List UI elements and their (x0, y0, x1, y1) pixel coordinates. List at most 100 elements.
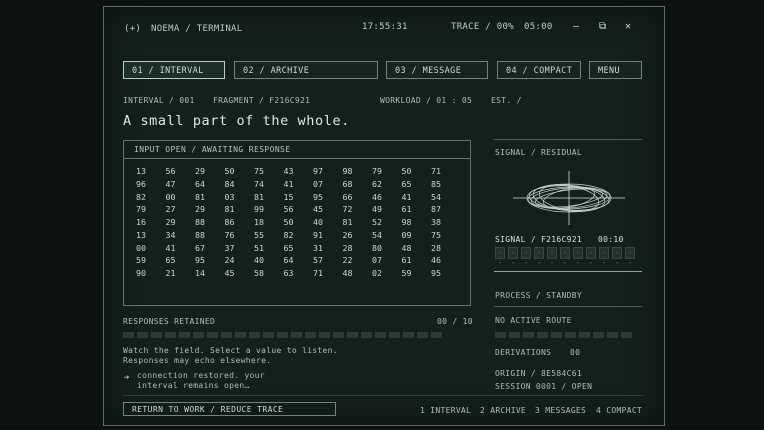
shortcut-messages[interactable]: 3 MESSAGES (535, 406, 586, 415)
grid-value[interactable]: 76 (225, 230, 255, 241)
grid-value[interactable]: 67 (195, 243, 225, 254)
grid-value[interactable]: 00 (136, 243, 166, 254)
grid-value[interactable]: 64 (195, 179, 225, 190)
grid-value[interactable]: 24 (225, 256, 255, 266)
grid-value[interactable]: 26 (343, 230, 373, 241)
grid-value[interactable]: 84 (225, 179, 255, 190)
grid-value[interactable]: 65 (284, 243, 314, 254)
grid-value[interactable]: 98 (402, 217, 432, 228)
menu-button[interactable]: MENU (589, 61, 642, 79)
grid-value[interactable]: 80 (372, 243, 402, 254)
grid-value[interactable]: 47 (166, 179, 196, 190)
grid-value[interactable]: 71 (313, 268, 343, 279)
shortcut-compact[interactable]: 4 COMPACT (596, 406, 642, 415)
grid-value[interactable]: 55 (254, 230, 284, 241)
grid-value[interactable]: 75 (254, 166, 284, 177)
grid-value[interactable]: 41 (166, 243, 196, 254)
grid-value[interactable]: 58 (254, 268, 284, 279)
grid-value[interactable]: 00 (166, 192, 196, 203)
return-to-work-button[interactable]: RETURN TO WORK / REDUCE TRACE (123, 402, 336, 416)
grid-value[interactable]: 79 (136, 205, 166, 215)
tab-compact[interactable]: 04 / COMPACT (497, 61, 581, 79)
grid-value[interactable]: 59 (136, 256, 166, 266)
grid-value[interactable]: 38 (431, 217, 461, 228)
grid-value[interactable]: 09 (402, 230, 432, 241)
grid-value[interactable]: 95 (431, 268, 461, 279)
grid-value[interactable]: 72 (343, 205, 373, 215)
grid-value[interactable]: 81 (343, 217, 373, 228)
grid-value[interactable]: 52 (372, 217, 402, 228)
grid-value[interactable]: 46 (431, 256, 461, 266)
grid-value[interactable]: 81 (254, 192, 284, 203)
shortcut-archive[interactable]: 2 ARCHIVE (480, 406, 526, 415)
grid-value[interactable]: 48 (402, 243, 432, 254)
grid-value[interactable]: 21 (166, 268, 196, 279)
tab-message[interactable]: 03 / MESSAGE (386, 61, 488, 79)
grid-value[interactable]: 64 (284, 256, 314, 266)
grid-value[interactable]: 03 (225, 192, 255, 203)
grid-value[interactable]: 29 (195, 205, 225, 215)
grid-value[interactable]: 61 (402, 256, 432, 266)
grid-value[interactable]: 02 (372, 268, 402, 279)
grid-value[interactable]: 91 (313, 230, 343, 241)
grid-value[interactable]: 81 (195, 192, 225, 203)
grid-value[interactable]: 59 (402, 268, 432, 279)
grid-value[interactable]: 41 (284, 179, 314, 190)
close-icon[interactable]: ✕ (625, 21, 631, 32)
grid-value[interactable]: 71 (431, 166, 461, 177)
grid-value[interactable]: 90 (136, 268, 166, 279)
grid-value[interactable]: 88 (195, 230, 225, 241)
grid-value[interactable]: 56 (284, 205, 314, 215)
grid-value[interactable]: 45 (313, 205, 343, 215)
grid-value[interactable]: 75 (431, 230, 461, 241)
grid-value[interactable]: 95 (195, 256, 225, 266)
grid-value[interactable]: 62 (372, 179, 402, 190)
grid-value[interactable]: 61 (402, 205, 432, 215)
grid-value[interactable]: 48 (343, 268, 373, 279)
grid-value[interactable]: 29 (166, 217, 196, 228)
shortcut-interval[interactable]: 1 INTERVAL (420, 406, 471, 415)
grid-value[interactable]: 45 (225, 268, 255, 279)
grid-value[interactable]: 85 (431, 179, 461, 190)
grid-value[interactable]: 07 (313, 179, 343, 190)
grid-value[interactable]: 95 (313, 192, 343, 203)
grid-value[interactable]: 99 (254, 205, 284, 215)
grid-value[interactable]: 65 (402, 179, 432, 190)
grid-value[interactable]: 74 (254, 179, 284, 190)
grid-value[interactable]: 22 (343, 256, 373, 266)
grid-value[interactable]: 81 (225, 205, 255, 215)
grid-value[interactable]: 50 (225, 166, 255, 177)
grid-value[interactable]: 54 (372, 230, 402, 241)
grid-value[interactable]: 29 (195, 166, 225, 177)
grid-value[interactable]: 88 (195, 217, 225, 228)
grid-value[interactable]: 37 (225, 243, 255, 254)
grid-value[interactable]: 82 (136, 192, 166, 203)
grid-value[interactable]: 31 (313, 243, 343, 254)
grid-value[interactable]: 65 (166, 256, 196, 266)
grid-value[interactable]: 49 (372, 205, 402, 215)
grid-value[interactable]: 07 (372, 256, 402, 266)
grid-value[interactable]: 57 (313, 256, 343, 266)
grid-value[interactable]: 18 (254, 217, 284, 228)
grid-value[interactable]: 15 (284, 192, 314, 203)
grid-value[interactable]: 41 (402, 192, 432, 203)
grid-value[interactable]: 79 (372, 166, 402, 177)
grid-value[interactable]: 13 (136, 166, 166, 177)
grid-value[interactable]: 98 (343, 166, 373, 177)
grid-value[interactable]: 16 (136, 217, 166, 228)
minimize-icon[interactable]: – (573, 21, 579, 32)
grid-value[interactable]: 34 (166, 230, 196, 241)
grid-value[interactable]: 43 (284, 166, 314, 177)
grid-value[interactable]: 54 (431, 192, 461, 203)
grid-value[interactable]: 63 (284, 268, 314, 279)
grid-value[interactable]: 28 (431, 243, 461, 254)
grid-value[interactable]: 66 (343, 192, 373, 203)
grid-value[interactable]: 87 (431, 205, 461, 215)
grid-value[interactable]: 50 (284, 217, 314, 228)
grid-value[interactable]: 40 (313, 217, 343, 228)
grid-value[interactable]: 27 (166, 205, 196, 215)
grid-value[interactable]: 56 (166, 166, 196, 177)
grid-value[interactable]: 51 (254, 243, 284, 254)
grid-value[interactable]: 82 (284, 230, 314, 241)
grid-value[interactable]: 68 (343, 179, 373, 190)
